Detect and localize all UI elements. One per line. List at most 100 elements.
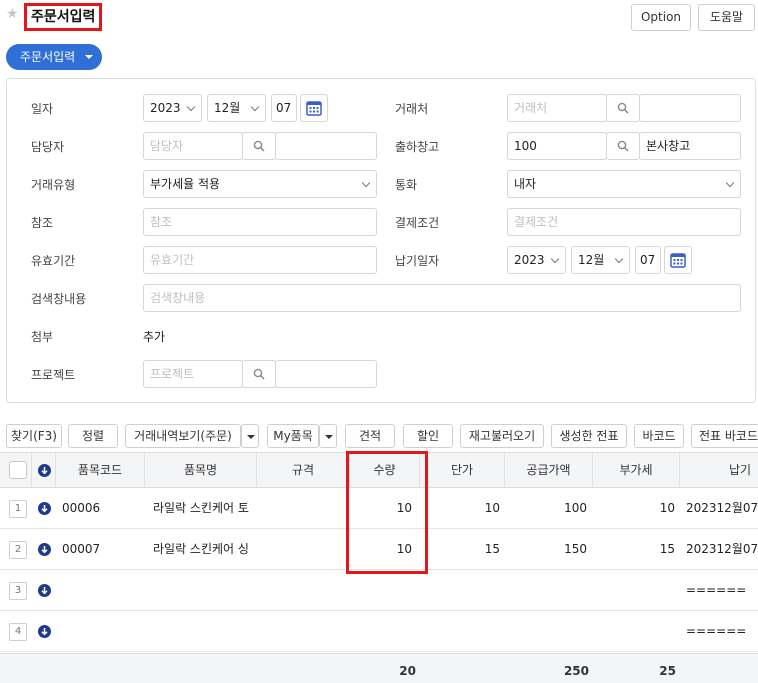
cell-spec[interactable]	[262, 611, 347, 651]
sort-button[interactable]: 정렬	[68, 424, 118, 448]
cell-supply[interactable]: 100	[505, 488, 587, 528]
cell-due[interactable]: ======	[686, 570, 758, 610]
searchwin-input[interactable]: 검색창내용	[143, 284, 741, 312]
date-month-select[interactable]: 12월	[207, 94, 266, 122]
table-row[interactable]: 2 00007 라일락 스킨케어 싱 10 15 150 15 202312월07	[0, 529, 758, 570]
currency-select[interactable]: 내자	[507, 170, 741, 198]
column-header-supply[interactable]: 공급가액	[505, 453, 593, 488]
table-row[interactable]: 4 ======	[0, 611, 758, 652]
cell-code[interactable]: 00007	[62, 529, 142, 569]
delivery-month-select[interactable]: 12월	[571, 246, 630, 274]
cell-qty[interactable]: 10	[350, 488, 412, 528]
created-slip-button[interactable]: 생성한 전표	[551, 424, 627, 448]
cell-code[interactable]	[62, 611, 142, 651]
tradetype-select[interactable]: 부가세율 적용	[143, 170, 377, 198]
column-header-price[interactable]: 단가	[420, 453, 505, 488]
tradetype-value: 부가세율 적용	[150, 177, 221, 191]
payment-input[interactable]: 결제조건	[507, 208, 741, 236]
row-number[interactable]: 1	[9, 500, 27, 518]
row-number[interactable]: 4	[9, 623, 27, 641]
column-header-name[interactable]: 품목명	[145, 453, 257, 488]
attach-add-link[interactable]: 추가	[143, 329, 165, 345]
cell-price[interactable]: 10	[420, 488, 500, 528]
reference-input[interactable]: 참조	[143, 208, 377, 236]
download-circle-icon[interactable]	[38, 625, 51, 638]
trade-history-dropdown[interactable]	[241, 424, 259, 448]
project-search-button[interactable]	[242, 360, 276, 388]
cell-vat[interactable]: 10	[593, 488, 675, 528]
cell-vat[interactable]: 15	[593, 529, 675, 569]
download-circle-icon[interactable]	[38, 543, 51, 556]
download-circle-icon[interactable]	[38, 464, 51, 477]
favorite-star-icon[interactable]: ★	[6, 7, 20, 21]
cell-code[interactable]: 00006	[62, 488, 142, 528]
download-circle-icon[interactable]	[38, 502, 51, 515]
validity-label: 유효기간	[31, 254, 76, 268]
discount-button[interactable]: 할인	[403, 424, 453, 448]
row-number[interactable]: 2	[9, 541, 27, 559]
cell-supply[interactable]	[505, 611, 587, 651]
customer-search-button[interactable]	[606, 94, 640, 122]
cell-spec[interactable]	[262, 570, 347, 610]
reload-stock-button[interactable]: 재고불러오기	[460, 424, 544, 448]
column-header-due[interactable]: 납기	[680, 453, 758, 488]
cell-due[interactable]: 202312월07	[686, 488, 758, 528]
cell-vat[interactable]	[593, 570, 675, 610]
cell-code[interactable]	[62, 570, 142, 610]
delivery-day-input[interactable]: 07	[635, 246, 661, 274]
cell-name[interactable]	[153, 611, 253, 651]
select-all-checkbox[interactable]	[9, 461, 27, 479]
menu-dropdown-button[interactable]: 주문서입력	[6, 44, 102, 70]
manager-code-input[interactable]: 담당자	[143, 132, 243, 160]
attach-label: 첨부	[31, 330, 54, 344]
project-code-input[interactable]: 프로젝트	[143, 360, 243, 388]
option-button[interactable]: Option	[631, 4, 691, 31]
my-items-button[interactable]: My품목	[267, 424, 319, 448]
table-row[interactable]: 1 00006 라일락 스킨케어 토 10 10 100 10 202312월07	[0, 488, 758, 529]
cell-supply[interactable]: 150	[505, 529, 587, 569]
customer-code-input[interactable]: 거래처	[507, 94, 607, 122]
cell-qty[interactable]	[350, 570, 412, 610]
warehouse-code-input[interactable]: 100	[507, 132, 607, 160]
row-number[interactable]: 3	[9, 582, 27, 600]
cell-qty[interactable]: 10	[350, 529, 412, 569]
column-header-code[interactable]: 품목코드	[56, 453, 145, 488]
date-day-input[interactable]: 07	[271, 94, 297, 122]
column-header-vat[interactable]: 부가세	[593, 453, 680, 488]
download-circle-icon[interactable]	[38, 584, 51, 597]
calendar-icon[interactable]	[664, 246, 692, 274]
cell-price[interactable]: 15	[420, 529, 500, 569]
cell-name[interactable]: 라일락 스킨케어 싱	[153, 529, 253, 569]
table-row[interactable]: 3 ======	[0, 570, 758, 611]
date-year-select[interactable]: 2023	[143, 94, 202, 122]
warehouse-search-button[interactable]	[606, 132, 640, 160]
estimate-button[interactable]: 견적	[345, 424, 395, 448]
trade-history-button[interactable]: 거래내역보기(주문)	[125, 424, 241, 448]
find-button[interactable]: 찾기(F3)	[6, 424, 62, 448]
manager-search-button[interactable]	[242, 132, 276, 160]
cell-due[interactable]: ======	[686, 611, 758, 651]
validity-input[interactable]: 유효기간	[143, 246, 377, 274]
customer-name-input[interactable]	[639, 94, 741, 122]
column-header-qty[interactable]: 수량	[350, 453, 420, 488]
cell-spec[interactable]	[262, 488, 347, 528]
barcode-button[interactable]: 바코드	[634, 424, 684, 448]
help-button[interactable]: 도움말	[698, 4, 755, 31]
cell-name[interactable]: 라일락 스킨케어 토	[153, 488, 253, 528]
cell-due[interactable]: 202312월07	[686, 529, 758, 569]
cell-supply[interactable]	[505, 570, 587, 610]
cell-price[interactable]	[420, 570, 500, 610]
cell-vat[interactable]	[593, 611, 675, 651]
cell-spec[interactable]	[262, 529, 347, 569]
my-items-dropdown[interactable]	[319, 424, 337, 448]
cell-name[interactable]	[153, 570, 253, 610]
warehouse-name-input[interactable]: 본사창고	[639, 132, 741, 160]
cell-qty[interactable]	[350, 611, 412, 651]
calendar-icon[interactable]	[300, 94, 328, 122]
column-header-spec[interactable]: 규격	[257, 453, 350, 488]
manager-name-input[interactable]	[275, 132, 377, 160]
cell-price[interactable]	[420, 611, 500, 651]
project-name-input[interactable]	[275, 360, 377, 388]
slip-barcode-button[interactable]: 전표 바코드	[691, 424, 758, 448]
delivery-year-select[interactable]: 2023	[507, 246, 566, 274]
